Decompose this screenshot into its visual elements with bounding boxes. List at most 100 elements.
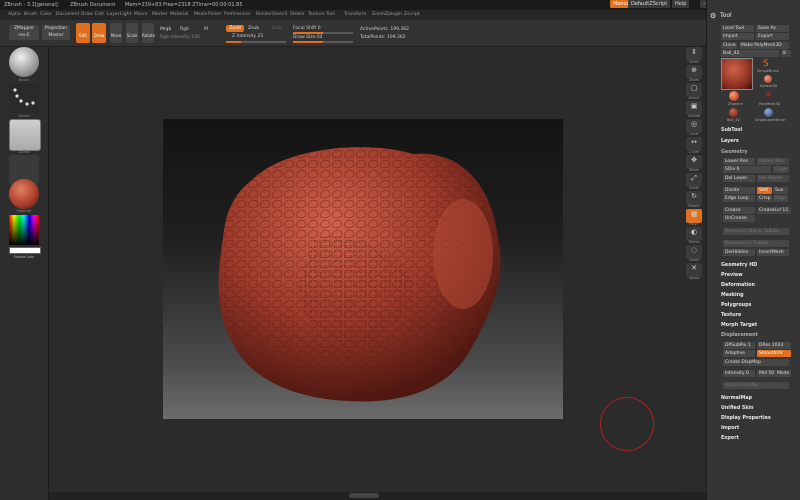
insertmesh-button[interactable]: InsertMesh: [757, 249, 789, 256]
current-tool-thumbnail[interactable]: [721, 58, 753, 90]
z-intensity-track[interactable]: [226, 41, 286, 43]
draw-button[interactable]: Draw: [92, 23, 106, 43]
zsphere-icon[interactable]: [729, 91, 739, 101]
menu-zscript[interactable]: Zscript: [404, 10, 420, 20]
smooth-uv-toggle[interactable]: SmoothUV: [757, 350, 791, 357]
unified-skin-section[interactable]: Unified Skin: [721, 406, 754, 411]
document-canvas[interactable]: [163, 119, 563, 419]
intensity-slider[interactable]: Intensity 0: [723, 370, 755, 377]
crisp-toggle[interactable]: Crisp: [757, 195, 772, 202]
displacement-section[interactable]: Displacement: [721, 333, 758, 338]
actual-icon[interactable]: ▢: [686, 83, 702, 97]
focal-shift-track[interactable]: [293, 32, 353, 34]
aahalf-icon[interactable]: ▣: [686, 101, 702, 115]
apply-dispmap-button[interactable]: Apply DispMap: [723, 382, 789, 389]
layers-section[interactable]: Layers: [721, 139, 739, 144]
z-intensity-slider[interactable]: Z Intensity 25: [232, 34, 263, 40]
zadd-button[interactable]: Zadd: [226, 25, 244, 32]
menu-brush[interactable]: Brush: [24, 10, 37, 20]
zsub-button[interactable]: Zsub: [248, 26, 259, 32]
edit-button[interactable]: Edit: [76, 23, 90, 43]
zoom-icon[interactable]: ⊕: [686, 65, 702, 79]
sdiv-slider[interactable]: SDiv 6: [723, 166, 771, 173]
menu-marker[interactable]: Marker: [152, 10, 168, 20]
morph-target-section[interactable]: Morph Target: [721, 323, 757, 328]
m-button[interactable]: M: [204, 27, 208, 33]
draw-size-track[interactable]: [293, 41, 353, 43]
subtool-section[interactable]: SubTool: [721, 128, 742, 133]
transp-icon[interactable]: ◐: [686, 227, 702, 241]
simplebrush-icon[interactable]: S: [763, 59, 773, 69]
uncrease-button[interactable]: UnCrease: [723, 215, 755, 222]
mode-button[interactable]: Mode: [775, 370, 791, 377]
del-higher-button[interactable]: Del Higher: [757, 175, 789, 182]
rotate-icon[interactable]: ↻: [686, 191, 702, 205]
singlelayerbrush-icon[interactable]: [764, 108, 773, 117]
clone-button[interactable]: Clone: [721, 42, 737, 49]
load-tool-button[interactable]: Load Tool: [721, 25, 754, 32]
menu-transform[interactable]: Transform: [344, 10, 366, 20]
move-button[interactable]: Move: [110, 23, 122, 43]
material-thumbnail[interactable]: [9, 179, 39, 209]
mid-slider[interactable]: Mid 50: [757, 370, 775, 377]
alpha-thumbnail[interactable]: [9, 119, 41, 151]
export-button[interactable]: Export: [756, 33, 789, 40]
adaptive-toggle[interactable]: Adaptive: [723, 350, 755, 357]
cage-button[interactable]: Cage: [773, 166, 789, 173]
divide-button[interactable]: Divide: [723, 187, 755, 194]
scale-icon[interactable]: ⤢: [686, 173, 702, 187]
polygroups-section[interactable]: Polygroups: [721, 303, 751, 308]
texture-section[interactable]: Texture: [721, 313, 741, 318]
dres-slider[interactable]: DRes 1024: [757, 342, 791, 349]
deformation-section[interactable]: Deformation: [721, 283, 755, 288]
del-lower-button[interactable]: Del Lower: [723, 175, 755, 182]
export-section[interactable]: Export: [721, 436, 739, 441]
menu-tool[interactable]: Tool: [326, 10, 335, 20]
rgb-button[interactable]: Rgb: [180, 27, 189, 33]
zcut-button[interactable]: Zcut: [272, 26, 282, 32]
menu-texture[interactable]: Texture: [308, 10, 324, 20]
menu-zplugin[interactable]: Zplugin: [385, 10, 402, 20]
save-as-button[interactable]: Save As: [756, 25, 789, 32]
scroll-icon[interactable]: ⇕: [686, 47, 702, 61]
masking-section[interactable]: Masking: [721, 293, 744, 298]
polyf-icon[interactable]: ▦: [686, 209, 702, 223]
preview-section[interactable]: Preview: [721, 273, 743, 278]
menu-document[interactable]: Document: [56, 10, 79, 20]
projection-master-button[interactable]: Projection Master: [42, 25, 70, 40]
menu-zoom[interactable]: Zoom: [372, 10, 385, 20]
menu-render[interactable]: Render: [256, 10, 272, 20]
lower-res-button[interactable]: Lower Res: [723, 158, 755, 165]
menu-stencil[interactable]: Stencil: [272, 10, 287, 20]
edge-loop-button[interactable]: Edge Loop: [723, 195, 755, 202]
geometry-hd-section[interactable]: Geometry HD: [721, 263, 757, 268]
menu-stroke[interactable]: Stroke: [290, 10, 304, 20]
menu-edit[interactable]: Edit: [95, 10, 104, 20]
menu-color[interactable]: Color: [40, 10, 52, 20]
main-color-swatch[interactable]: [9, 247, 41, 254]
delhidden-button[interactable]: DelHidden: [723, 249, 755, 256]
xpose-icon[interactable]: ✕: [686, 263, 702, 277]
switch-color-button[interactable]: SwitchColor: [4, 255, 44, 259]
gear-icon[interactable]: ⚙: [710, 12, 716, 20]
bottom-tray-handle[interactable]: [349, 493, 379, 498]
import-button[interactable]: Import: [721, 33, 754, 40]
display-properties-section[interactable]: Display Properties: [721, 416, 771, 421]
scale-button[interactable]: Scale: [126, 23, 138, 43]
help-button[interactable]: Help: [672, 0, 690, 8]
crease-level-slider[interactable]: CreaseLvl 15: [757, 207, 791, 214]
default-zscript-button[interactable]: DefaultZScript: [628, 0, 671, 8]
stroke-thumbnail[interactable]: [9, 83, 39, 113]
move-icon[interactable]: ✥: [686, 155, 702, 169]
zmapper-button[interactable]: ZMapper rev-E: [9, 25, 39, 40]
rotate-button[interactable]: Rotate: [142, 23, 155, 43]
color-picker[interactable]: [9, 215, 39, 245]
import-section[interactable]: Import: [721, 426, 739, 431]
reconstruct-subdiv-button[interactable]: Reconstruct Subdiv: [723, 240, 789, 247]
make-polymesh-button[interactable]: Make PolyMesh3D: [739, 42, 789, 49]
mrgb-button[interactable]: Mrgb: [160, 27, 171, 33]
dpsubpix-slider[interactable]: DPSubPix 1: [723, 342, 755, 349]
reproject-higher-subdiv-button[interactable]: Reproject Higher Subdiv: [723, 228, 789, 235]
local-icon[interactable]: ◎: [686, 119, 702, 133]
sphere3d-icon[interactable]: [764, 75, 772, 83]
